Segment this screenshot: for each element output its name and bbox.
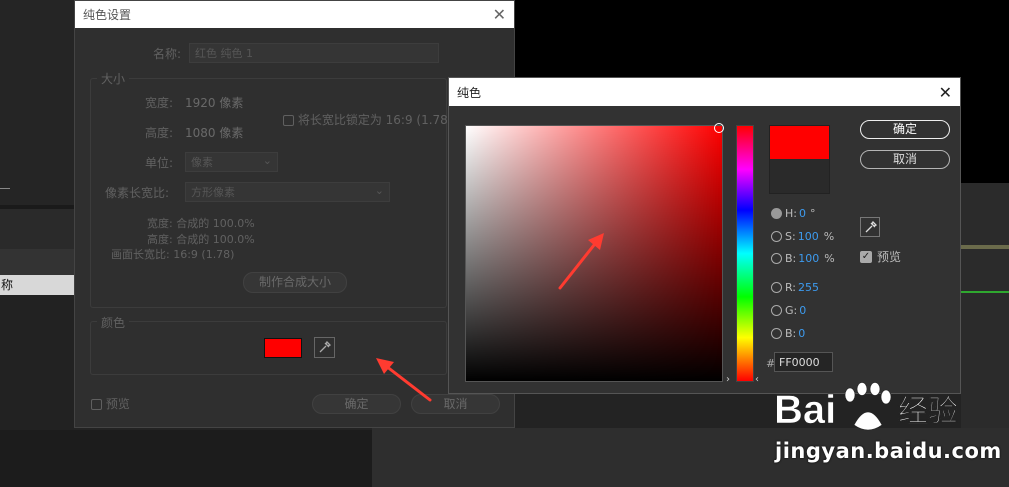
unit-label: 单位: — [145, 156, 174, 170]
preview-label: 预览 — [877, 250, 902, 264]
baidu-watermark: Bai 经验 jingyan.baidu.com — [770, 375, 1005, 485]
name-input[interactable]: 红色 纯色 1 — [189, 43, 439, 63]
pixel-aspect-label: 像素长宽比: — [105, 186, 170, 200]
app-left-panel: 称 — [0, 0, 75, 487]
color-group-label: 颜色 — [97, 314, 130, 331]
saturation-row[interactable]: S: 100 % — [771, 230, 834, 243]
brightness-label: B: — [785, 252, 797, 265]
eyedropper-button[interactable] — [314, 337, 335, 358]
saturation-label: S: — [785, 230, 796, 243]
saturation-radio[interactable] — [771, 231, 782, 242]
preview-checkbox[interactable]: ✓ 预览 — [860, 248, 901, 265]
solid-color-title: 纯色 — [457, 85, 482, 100]
brightness-unit: % — [824, 252, 835, 265]
app-bottom-left — [0, 430, 372, 487]
panel-column-header: 称 — [0, 275, 75, 295]
annotation-arrow — [558, 233, 604, 290]
blue-radio[interactable] — [771, 328, 782, 339]
dropdown-chevron-icon: ⌄ — [262, 154, 272, 167]
width-label: 宽度: — [145, 96, 174, 110]
hue-slider[interactable] — [736, 125, 754, 382]
eyedropper-button[interactable] — [860, 217, 880, 237]
ok-button[interactable]: 确定 — [860, 120, 950, 139]
saturation-unit: % — [823, 230, 835, 243]
solid-color-dialog: 纯色 ✕ › ‹ H: 0 ° S: 100 % B: 100 % R: 255… — [448, 77, 961, 394]
green-radio[interactable] — [771, 305, 782, 316]
solid-settings-titlebar: 纯色设置 ✕ — [75, 1, 514, 28]
lock-ratio-label: 将长宽比锁定为 16:9 (1.78) — [297, 113, 453, 127]
red-value[interactable]: 255 — [798, 281, 819, 294]
blue-label: B: — [785, 327, 797, 340]
red-row[interactable]: R: 255 — [771, 281, 819, 294]
eyedropper-icon — [865, 220, 877, 232]
green-label: G: — [785, 304, 798, 317]
brightness-value[interactable]: 100 — [798, 252, 819, 265]
annotation-arrow — [376, 358, 432, 402]
red-label: R: — [785, 281, 797, 294]
size-group-label: 大小 — [97, 70, 130, 87]
color-picker-cursor[interactable] — [714, 123, 724, 133]
info-height: 高度: 合成的 100.0% — [147, 233, 255, 246]
solid-settings-title: 纯色设置 — [83, 8, 132, 22]
pixel-aspect-select[interactable]: 方形像素 ⌄ — [185, 182, 390, 202]
saturation-value[interactable]: 100 — [798, 230, 819, 243]
brightness-row[interactable]: B: 100 % — [771, 252, 835, 265]
unit-select-value: 像素 — [191, 156, 213, 169]
hue-slider-left-marker[interactable]: › — [726, 374, 730, 385]
hex-input[interactable]: FF0000 — [774, 352, 833, 372]
brand-cn-text: 经验 — [898, 394, 958, 429]
width-value[interactable]: 1920 像素 — [185, 94, 243, 111]
new-color-swatch — [769, 125, 830, 159]
brightness-radio[interactable] — [771, 253, 782, 264]
green-value[interactable]: 0 — [799, 304, 806, 317]
checkmark-icon: ✓ — [860, 250, 872, 263]
baidu-logo: Bai 经验 — [774, 382, 958, 432]
hue-row[interactable]: H: 0 ° — [771, 207, 815, 220]
height-value[interactable]: 1080 像素 — [185, 124, 243, 141]
preview-label: 预览 — [105, 397, 130, 411]
make-comp-size-button[interactable]: 制作合成大小 — [243, 272, 347, 293]
composition-viewer-edge — [961, 77, 1009, 183]
pixel-aspect-value: 方形像素 — [191, 186, 235, 199]
hue-radio[interactable] — [771, 208, 782, 219]
hue-value[interactable]: 0 — [799, 207, 806, 220]
close-icon[interactable]: ✕ — [939, 83, 952, 102]
brand-text: Bai — [774, 388, 836, 432]
close-icon[interactable]: ✕ — [493, 5, 506, 24]
original-color-swatch — [769, 159, 830, 194]
name-label: 名称: — [153, 47, 182, 61]
blue-row[interactable]: B: 0 — [771, 327, 805, 340]
unit-select[interactable]: 像素 ⌄ — [185, 152, 278, 172]
solid-color-titlebar: 纯色 ✕ — [449, 78, 960, 106]
eyedropper-icon — [319, 341, 331, 353]
dropdown-chevron-icon: ⌄ — [374, 184, 384, 197]
watermark-url: jingyan.baidu.com — [775, 439, 1002, 463]
green-row[interactable]: G: 0 — [771, 304, 806, 317]
hue-slider-right-marker[interactable]: ‹ — [755, 374, 759, 385]
hue-unit: ° — [809, 207, 816, 220]
composition-viewer — [515, 0, 1009, 77]
blue-value[interactable]: 0 — [798, 327, 805, 340]
cancel-button[interactable]: 取消 — [860, 150, 950, 169]
preview-checkbox[interactable]: 预览 — [91, 395, 130, 412]
height-label: 高度: — [145, 126, 174, 140]
red-radio[interactable] — [771, 282, 782, 293]
hue-label: H: — [785, 207, 797, 220]
lock-ratio-checkbox[interactable]: 将长宽比锁定为 16:9 (1.78) — [283, 111, 453, 128]
info-frame-aspect: 画面长宽比: 16:9 (1.78) — [111, 248, 235, 261]
info-width: 宽度: 合成的 100.0% — [147, 217, 255, 230]
color-swatch[interactable] — [264, 338, 302, 358]
